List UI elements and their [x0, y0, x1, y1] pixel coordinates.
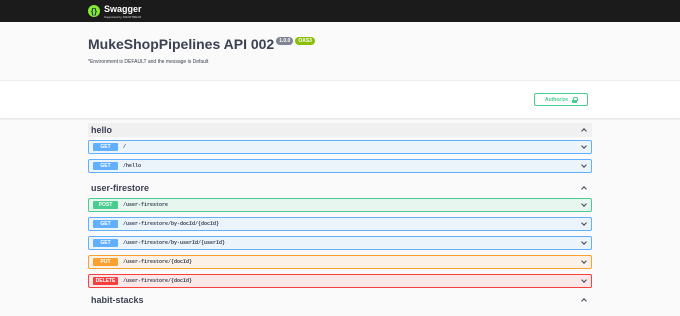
chevron-down-icon[interactable]: [581, 220, 587, 226]
swagger-logo-icon: {}: [88, 5, 100, 17]
chevron-down-icon[interactable]: [581, 201, 587, 207]
operation-path: /hello: [123, 163, 142, 169]
version-badge: 1.0.0: [276, 37, 294, 45]
chevron-down-icon[interactable]: [581, 258, 587, 264]
chevron-up-icon[interactable]: [581, 298, 587, 304]
operation-path: /: [123, 144, 127, 150]
logo-subtitle: Supported by SMARTBEAR: [104, 14, 142, 19]
operation-delete-docid[interactable]: DELETE /user-firestore/{docId}: [88, 274, 592, 288]
chevron-up-icon[interactable]: [581, 186, 587, 192]
oas-badge: OAS3: [295, 37, 315, 45]
operation-path: /user-firestore/{docId}: [123, 259, 193, 265]
method-badge: PUT: [93, 258, 118, 266]
logo-name: Swagger: [104, 3, 142, 14]
method-badge: GET: [93, 143, 118, 151]
authorize-label: Authorize: [544, 96, 569, 103]
operations-list: hello GET / GET /hello user-firestore PO…: [0, 118, 680, 316]
chevron-up-icon[interactable]: [581, 128, 587, 134]
swagger-logo[interactable]: {} Swagger Supported by SMARTBEAR: [88, 4, 142, 19]
chevron-down-icon[interactable]: [581, 143, 587, 149]
tag-hello[interactable]: hello: [88, 123, 592, 137]
method-badge: GET: [93, 220, 118, 228]
method-badge: DELETE: [93, 277, 118, 285]
tag-name: hello: [91, 125, 113, 135]
operation-get-hello[interactable]: GET /hello: [88, 159, 592, 173]
chevron-down-icon[interactable]: [581, 277, 587, 283]
method-badge: POST: [93, 201, 118, 209]
operation-get-by-userid[interactable]: GET /user-firestore/by-userId/{userId}: [88, 236, 592, 250]
operation-path: /user-firestore: [123, 202, 169, 208]
operation-path: /user-firestore/{docId}: [123, 278, 193, 284]
operation-path: /user-firestore/by-docId/{docId}: [123, 221, 220, 227]
method-badge: GET: [93, 239, 118, 247]
api-description: *Environment is DEFAULT and the message …: [88, 59, 209, 65]
operation-get-by-docid[interactable]: GET /user-firestore/by-docId/{docId}: [88, 217, 592, 231]
operation-post-user-firestore[interactable]: POST /user-firestore: [88, 198, 592, 212]
method-badge: GET: [93, 162, 118, 170]
tag-name: user-firestore: [91, 183, 150, 193]
operation-put-docid[interactable]: PUT /user-firestore/{docId}: [88, 255, 592, 269]
tag-name: habit-stacks: [91, 295, 144, 305]
authorize-button[interactable]: Authorize: [534, 93, 588, 106]
scheme-container: Authorize: [0, 80, 680, 118]
chevron-down-icon[interactable]: [581, 162, 587, 168]
operation-path: /user-firestore/by-userId/{userId}: [123, 240, 226, 246]
operation-get-root[interactable]: GET /: [88, 140, 592, 154]
chevron-down-icon[interactable]: [581, 239, 587, 245]
tag-habit-stacks[interactable]: habit-stacks: [88, 293, 592, 307]
top-bar: {} Swagger Supported by SMARTBEAR: [0, 0, 680, 22]
tag-user-firestore[interactable]: user-firestore: [88, 181, 592, 195]
lock-icon: [572, 96, 579, 103]
page-title: MukeShopPipelines API 002: [88, 36, 275, 52]
api-info: MukeShopPipelines API 002 1.0.0 OAS3 *En…: [0, 22, 680, 80]
